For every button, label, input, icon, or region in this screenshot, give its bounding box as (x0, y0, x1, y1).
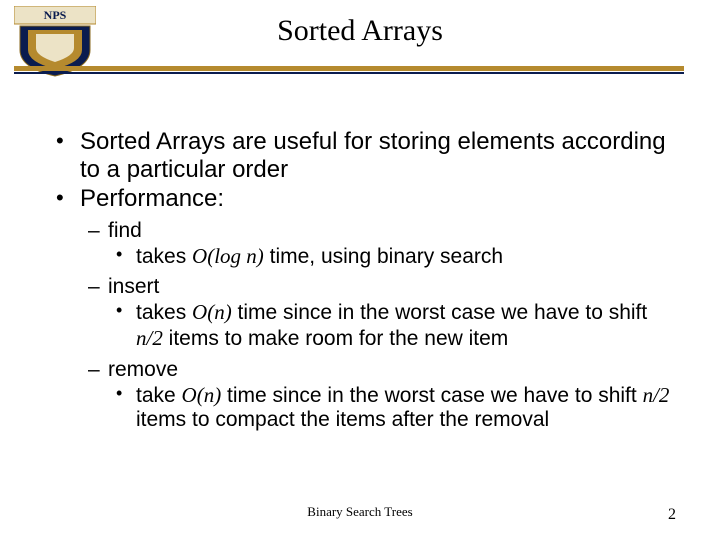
sub-label: insert (108, 275, 159, 298)
bullet-intro: Sorted Arrays are useful for storing ele… (50, 128, 674, 185)
slide-title: Sorted Arrays (0, 14, 720, 48)
text: takes (136, 245, 192, 268)
text: /2 (653, 383, 669, 407)
header: NPS Sorted Arrays (0, 0, 720, 78)
var-n: n (643, 383, 654, 407)
paren: ( (197, 383, 204, 407)
var-n: n (214, 300, 225, 324)
text: items to compact the items after the rem… (136, 408, 549, 431)
sub-label: find (108, 219, 142, 242)
footer: Binary Search Trees 2 (0, 504, 720, 524)
paren: ) (257, 244, 264, 268)
sub-find-detail: takes O(log n) time, using binary search (50, 244, 674, 270)
text: take (136, 384, 182, 407)
page-number: 2 (668, 506, 676, 524)
big-o: O (182, 383, 197, 407)
paren: ) (225, 300, 232, 324)
var-n: n (136, 326, 147, 350)
footer-title: Binary Search Trees (0, 504, 720, 520)
text: takes (136, 301, 192, 324)
content: Sorted Arrays are useful for storing ele… (50, 128, 674, 433)
paren: (log (207, 244, 246, 268)
var-n: n (204, 383, 215, 407)
sub-insert-detail: takes O(n) time since in the worst case … (50, 300, 674, 352)
bullet-performance: Performance: (50, 185, 674, 213)
text: time since in the worst case we have to … (221, 384, 642, 407)
slide: NPS Sorted Arrays Sorted Arrays are usef… (0, 0, 720, 540)
bullet-text: Performance: (80, 185, 224, 212)
big-o: O (192, 300, 207, 324)
title-rule (14, 66, 684, 74)
text: /2 (147, 326, 163, 350)
sub-label: remove (108, 358, 178, 381)
text: time since in the worst case we have to … (232, 301, 648, 324)
text: time, using binary search (264, 245, 503, 268)
var-n: n (246, 244, 257, 268)
bullet-text: Sorted Arrays are useful for storing ele… (80, 128, 666, 183)
sub-find: find (50, 219, 674, 244)
sub-remove-detail: take O(n) time since in the worst case w… (50, 383, 674, 434)
sub-remove: remove (50, 358, 674, 383)
sub-insert: insert (50, 275, 674, 300)
big-o: O (192, 244, 207, 268)
text: items to make room for the new item (163, 327, 508, 350)
